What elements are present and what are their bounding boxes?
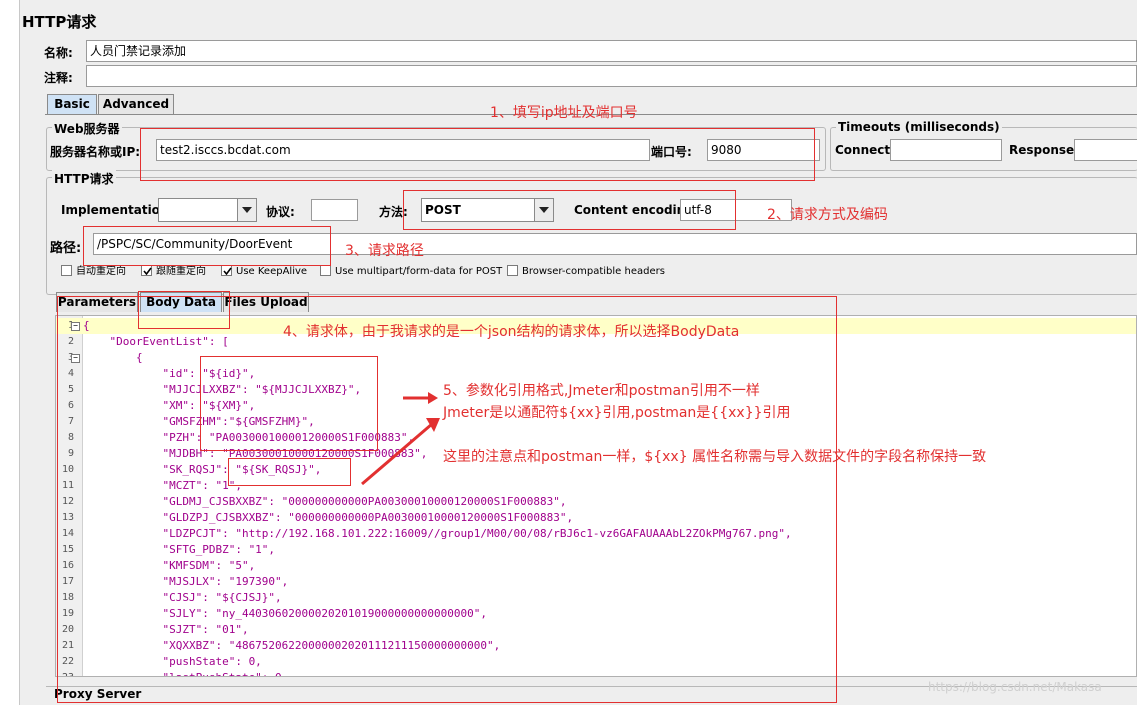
annotation-arrows — [361, 392, 440, 486]
watermark: https://blog.csdn.net/Makasa — [928, 680, 1102, 694]
arrow-up-icon — [361, 418, 440, 486]
arrow-right-icon — [403, 392, 438, 404]
